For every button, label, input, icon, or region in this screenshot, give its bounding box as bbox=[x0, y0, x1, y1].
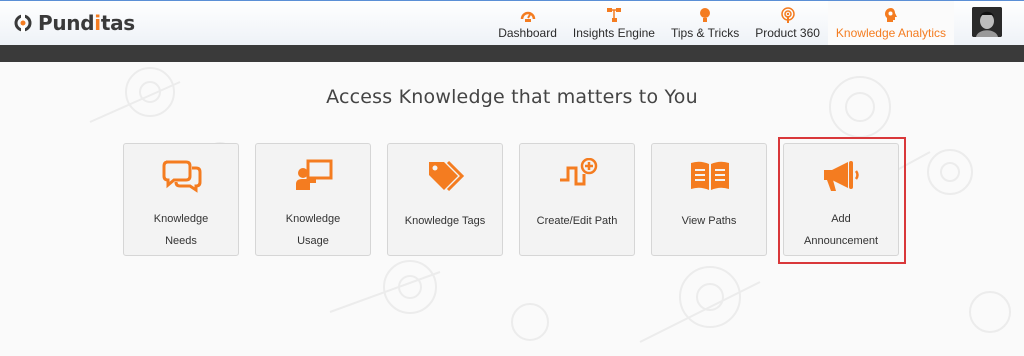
path-plus-icon bbox=[560, 158, 598, 186]
card-label: View Paths bbox=[681, 215, 737, 227]
card-knowledge-tags[interactable]: Knowledge Tags bbox=[387, 143, 503, 256]
lightbulb-icon bbox=[700, 8, 711, 22]
page-heading: Access Knowledge that matters to You bbox=[326, 86, 698, 108]
card-knowledge-usage[interactable]: Knowledge Usage bbox=[255, 143, 371, 256]
flowchart-icon bbox=[606, 8, 621, 22]
user-avatar[interactable] bbox=[972, 7, 1002, 37]
presenter-icon bbox=[296, 159, 333, 190]
nav-knowledge-analytics[interactable]: Knowledge Analytics bbox=[827, 1, 954, 45]
card-label: Knowledge Tags bbox=[404, 215, 486, 227]
gear-head-icon bbox=[884, 8, 897, 22]
open-book-icon bbox=[691, 161, 729, 190]
top-navbar: Punditas Dashboard Insights Engine Tips … bbox=[0, 0, 1024, 45]
card-knowledge-needs[interactable]: Knowledge Needs bbox=[123, 143, 239, 256]
speedometer-icon bbox=[520, 11, 535, 22]
nav-label: Product 360 bbox=[755, 26, 820, 40]
tags-icon bbox=[429, 160, 465, 192]
card-create-edit-path[interactable]: Create/Edit Path bbox=[519, 143, 635, 256]
main-nav: Dashboard Insights Engine Tips & Tricks … bbox=[490, 1, 954, 45]
selection-highlight-box bbox=[778, 137, 906, 264]
nav-product-360[interactable]: Product 360 bbox=[747, 1, 828, 45]
chat-bubbles-icon bbox=[162, 160, 202, 193]
nav-label: Dashboard bbox=[498, 26, 557, 40]
nav-label: Knowledge Analytics bbox=[835, 26, 946, 40]
logo-mark-icon bbox=[14, 14, 32, 32]
nav-label: Tips & Tricks bbox=[670, 26, 740, 40]
card-label: Knowledge Usage bbox=[285, 213, 341, 247]
broadcast-icon bbox=[780, 7, 795, 23]
nav-insights-engine[interactable]: Insights Engine bbox=[565, 1, 663, 45]
card-label: Knowledge Needs bbox=[153, 213, 209, 247]
nav-dashboard[interactable]: Dashboard bbox=[490, 1, 565, 45]
dark-subheader-bar bbox=[0, 45, 1024, 62]
brand-logo[interactable]: Punditas bbox=[14, 11, 135, 35]
nav-tips-tricks[interactable]: Tips & Tricks bbox=[663, 1, 747, 45]
brand-name: Punditas bbox=[38, 11, 135, 35]
card-view-paths[interactable]: View Paths bbox=[651, 143, 767, 256]
avatar-photo bbox=[972, 7, 1002, 37]
card-label: Create/Edit Path bbox=[536, 215, 618, 227]
nav-label: Insights Engine bbox=[572, 26, 655, 40]
